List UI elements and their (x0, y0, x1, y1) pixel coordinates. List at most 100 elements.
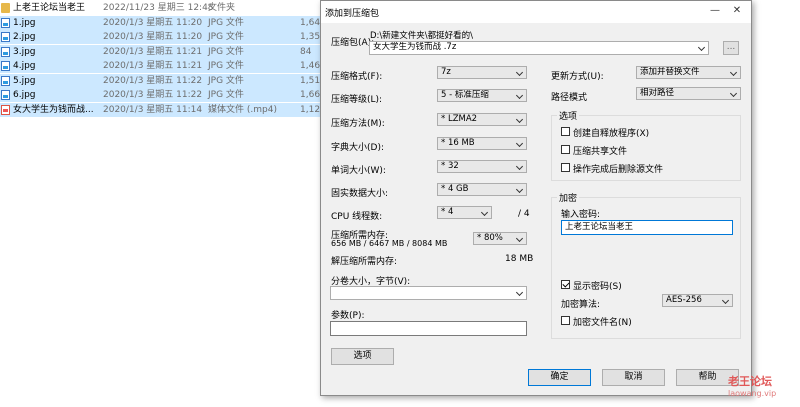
format-label: 压缩格式(F): (331, 72, 383, 82)
word-label: 单词大小(W): (331, 166, 386, 176)
mem-decomp-value: 18 MB (505, 254, 534, 264)
chevron-down-icon (730, 67, 738, 78)
chevron-down-icon (516, 138, 524, 149)
show-password-label: 显示密码(S) (573, 282, 622, 292)
solid-label: 固实数据大小: (331, 189, 389, 199)
ok-button[interactable]: 确定 (528, 369, 591, 386)
cpu-label: CPU 线程数: (331, 212, 383, 222)
level-label: 压缩等级(L): (331, 95, 383, 105)
file-row[interactable]: 6.jpg 2020/1/3 星期五 11:22 JPG 文件 1,66 (0, 88, 330, 102)
mem-percent-select[interactable]: * 80% (473, 232, 527, 245)
delete-label: 操作完成后删除源文件 (573, 165, 664, 175)
file-name: 1.jpg (13, 17, 36, 28)
file-type: 媒体文件 (.mp4) (208, 104, 277, 115)
solid-value: * 4 GB (441, 184, 469, 194)
mem-comp-value: 656 MB / 6467 MB / 8084 MB (331, 239, 448, 248)
video-file-icon (1, 104, 10, 115)
solid-select[interactable]: * 4 GB (437, 183, 527, 196)
mem-decomp-label: 解压缩所需内存: (331, 257, 398, 267)
options-button[interactable]: 选项 (331, 348, 394, 365)
file-date: 2020/1/3 星期五 11:20 (103, 17, 203, 28)
file-name: 5.jpg (13, 75, 36, 86)
shared-checkbox[interactable] (561, 145, 570, 154)
jpg-file-icon (1, 90, 10, 100)
file-name: 2.jpg (13, 32, 36, 42)
file-size: 1,66 (300, 90, 321, 100)
method-select[interactable]: * LZMA2 (437, 113, 527, 126)
word-value: * 32 (441, 161, 459, 171)
jpg-file-icon (1, 17, 10, 28)
chevron-down-icon (516, 67, 524, 78)
shared-label: 压缩共享文件 (573, 147, 628, 157)
level-select[interactable]: 5 - 标准压缩 (437, 89, 527, 102)
file-row[interactable]: 3.jpg 2020/1/3 星期五 11:21 JPG 文件 84 (0, 44, 330, 59)
cpu-select[interactable]: * 4 (437, 206, 492, 219)
file-type: JPG 文件 (208, 75, 244, 86)
file-size: 1,35 (300, 32, 321, 42)
archive-name-value: 女大学生为钱而战 .7z (373, 42, 457, 52)
folder-icon (1, 3, 10, 13)
dialog-titlebar[interactable]: 添加到压缩包 — ✕ (321, 1, 751, 23)
sfx-checkbox[interactable] (561, 127, 570, 136)
cpu-max: / 4 (518, 209, 530, 219)
method-label: 压缩方法(M): (331, 119, 385, 129)
options-group-title: 选项 (557, 109, 580, 122)
file-name: 6.jpg (13, 90, 36, 100)
path-mode-value: 相对路径 (640, 88, 675, 98)
minimize-icon[interactable]: — (707, 4, 723, 18)
file-size: 1,51 (300, 75, 321, 86)
archive-path-text: D:\新建文件夹\都挺好看的\ (370, 31, 474, 41)
password-label: 输入密码: (561, 210, 601, 220)
jpg-file-icon (1, 46, 10, 57)
site-watermark: 老王论坛 laowang.vip (728, 373, 792, 405)
close-icon[interactable]: ✕ (729, 4, 745, 18)
sfx-label: 创建自释放程序(X) (573, 129, 650, 139)
chevron-down-icon (516, 90, 524, 101)
encrypt-names-checkbox[interactable] (561, 316, 570, 325)
browse-button[interactable]: ... (723, 41, 739, 55)
enc-method-select[interactable]: AES-256 (662, 294, 733, 307)
chevron-down-icon (698, 42, 706, 53)
params-input[interactable] (330, 321, 527, 336)
update-select[interactable]: 添加并替换文件 (636, 66, 741, 79)
update-label: 更新方式(U): (551, 72, 604, 82)
file-type: JPG 文件 (208, 61, 244, 71)
chevron-down-icon (730, 88, 738, 99)
file-type: JPG 文件 (208, 17, 244, 28)
password-input[interactable]: 上老王论坛当老王 (561, 220, 733, 235)
chevron-down-icon (516, 233, 524, 244)
show-password-checkbox[interactable] (561, 280, 570, 289)
dict-select[interactable]: * 16 MB (437, 137, 527, 150)
chevron-down-icon (516, 184, 524, 195)
chevron-down-icon (516, 161, 524, 172)
jpg-file-icon (1, 75, 10, 86)
file-date: 2020/1/3 星期五 11:14 (103, 104, 203, 115)
word-select[interactable]: * 32 (437, 160, 527, 173)
split-size-combo[interactable] (330, 286, 527, 300)
enc-method-value: AES-256 (666, 295, 702, 305)
path-mode-select[interactable]: 相对路径 (636, 87, 741, 100)
file-size: 1,46 (300, 61, 321, 71)
jpg-file-icon (1, 32, 10, 42)
file-row[interactable]: 1.jpg 2020/1/3 星期五 11:20 JPG 文件 1,64 (0, 15, 330, 30)
file-row[interactable]: 女大学生为钱而战... 2020/1/3 星期五 11:14 媒体文件 (.mp4)… (0, 102, 334, 117)
dict-value: * 16 MB (441, 138, 475, 148)
file-type: 文件夹 (208, 3, 236, 13)
watermark-text: 老王论坛 (728, 375, 772, 388)
delete-checkbox[interactable] (561, 163, 570, 172)
format-select[interactable]: 7z (437, 66, 527, 79)
dialog-title: 添加到压缩包 (325, 9, 380, 19)
chevron-down-icon (481, 207, 489, 218)
params-label: 参数(P): (331, 311, 365, 321)
file-date: 2020/1/3 星期五 11:21 (103, 61, 203, 71)
archive-name-combo[interactable]: 女大学生为钱而战 .7z (369, 41, 709, 55)
file-row[interactable]: 2.jpg 2020/1/3 星期五 11:20 JPG 文件 1,35 (0, 30, 330, 44)
file-row[interactable]: 上老王论坛当老王 2022/11/23 星期三 12:48 文件夹 (0, 1, 330, 15)
path-mode-label: 路径模式 (551, 93, 588, 103)
file-row[interactable]: 4.jpg 2020/1/3 星期五 11:21 JPG 文件 1,46 (0, 59, 330, 73)
level-value: 5 - 标准压缩 (441, 90, 489, 100)
add-to-archive-dialog: 添加到压缩包 — ✕ 压缩包(A): D:\新建文件夹\都挺好看的\ 女大学生为… (320, 0, 752, 396)
cancel-button[interactable]: 取消 (602, 369, 665, 386)
file-row[interactable]: 5.jpg 2020/1/3 星期五 11:22 JPG 文件 1,51 (0, 73, 330, 88)
archive-label: 压缩包(A): (331, 38, 375, 48)
